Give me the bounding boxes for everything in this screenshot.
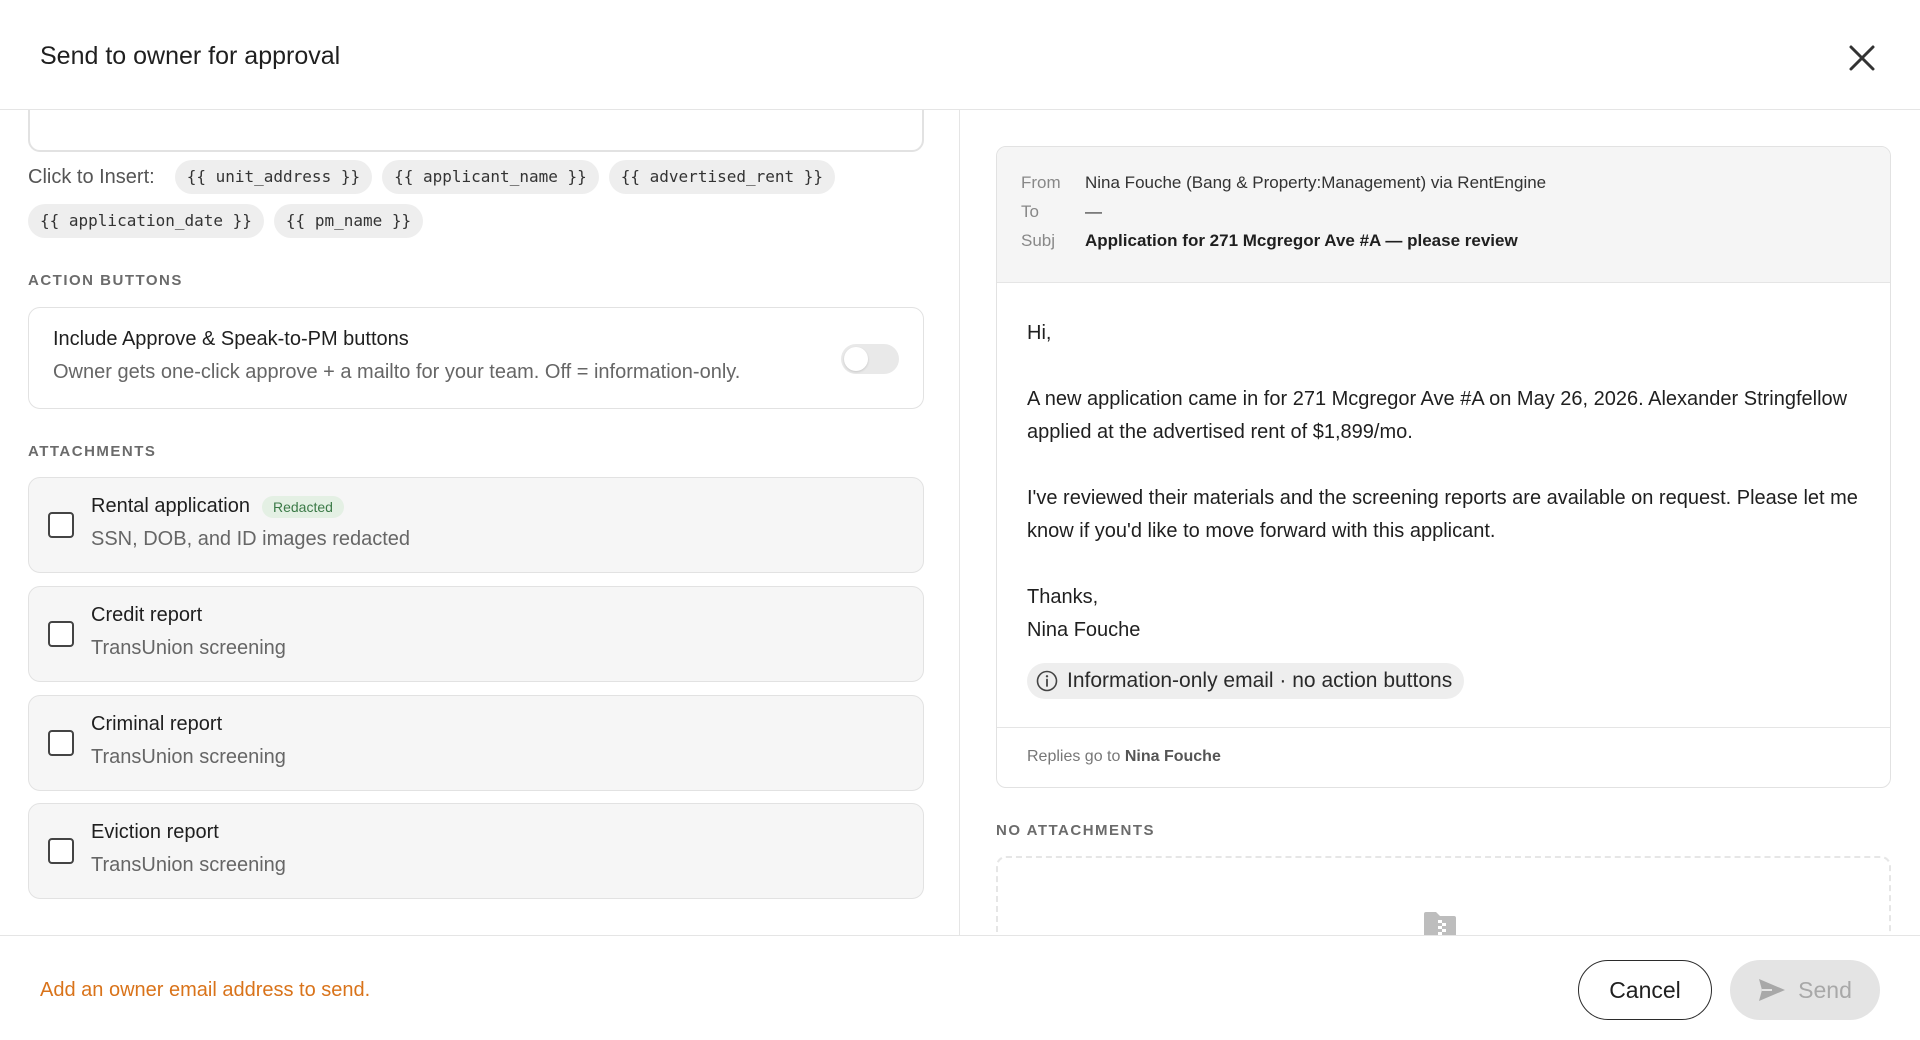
subj-label: Subj	[1021, 231, 1056, 250]
attachment-checkbox[interactable]	[48, 838, 74, 864]
attachment-title: Rental application	[91, 495, 250, 517]
email-body: Hi, A new application came in for 271 Mc…	[1027, 317, 1867, 647]
action-buttons-card: Include Approve & Speak-to-PM buttons Ow…	[28, 307, 924, 409]
send-button[interactable]: Send	[1730, 960, 1880, 1020]
dialog-title: Send to owner for approval	[40, 42, 341, 70]
insert-variables-row: Click to Insert: {{ unit_address }} {{ a…	[28, 160, 928, 238]
email-paragraph-2: I've reviewed their materials and the sc…	[1027, 487, 1858, 542]
insert-chip-unit-address[interactable]: {{ unit_address }}	[174, 160, 373, 194]
owner-email-warning: Add an owner email address to send.	[40, 979, 371, 1001]
insert-chip-applicant-name[interactable]: {{ applicant_name }}	[382, 160, 599, 194]
attachment-subtitle: TransUnion screening	[91, 637, 286, 659]
to-label: To	[1021, 202, 1039, 221]
dialog-footer: Add an owner email address to send. Canc…	[0, 935, 1920, 1040]
to-value: —	[1085, 202, 1102, 221]
toggle-knob	[844, 347, 868, 371]
info-icon	[1036, 670, 1058, 692]
attachment-item-eviction-report[interactable]: Eviction report TransUnion screening	[28, 803, 924, 899]
from-label: From	[1021, 173, 1061, 192]
attachments-section-label: ATTACHMENTS	[28, 443, 157, 460]
insert-label: Click to Insert:	[28, 166, 155, 188]
attachment-title: Eviction report	[91, 821, 219, 843]
attachment-item-criminal-report[interactable]: Criminal report TransUnion screening	[28, 695, 924, 791]
attachment-checkbox[interactable]	[48, 512, 74, 538]
email-signature: Nina Fouche	[1027, 619, 1141, 641]
email-header: From Nina Fouche (Bang & Property:Manage…	[997, 147, 1890, 283]
info-only-pill: Information-only email · no action butto…	[1027, 663, 1465, 699]
send-icon	[1759, 979, 1786, 1001]
close-button[interactable]	[1840, 36, 1884, 80]
insert-chip-application-date[interactable]: {{ application_date }}	[28, 204, 264, 238]
email-paragraph-1: A new application came in for 271 Mcgreg…	[1027, 388, 1848, 443]
close-icon	[1849, 45, 1875, 71]
attachment-title: Criminal report	[91, 713, 223, 735]
redacted-badge: Redacted	[262, 495, 344, 518]
email-from-row: From Nina Fouche (Bang & Property:Manage…	[1021, 173, 1546, 193]
email-subject-row: Subj Application for 271 Mcgregor Ave #A…	[1021, 231, 1518, 251]
email-greeting: Hi,	[1027, 322, 1052, 344]
from-value: Nina Fouche (Bang & Property:Management)…	[1085, 173, 1547, 192]
insert-chip-pm-name[interactable]: {{ pm_name }}	[273, 204, 424, 238]
attachment-subtitle: SSN, DOB, and ID images redacted	[91, 528, 411, 550]
attachments-drop-zone	[996, 856, 1891, 935]
settings-pane[interactable]: Click to Insert: {{ unit_address }} {{ a…	[0, 110, 960, 935]
attachment-item-credit-report[interactable]: Credit report TransUnion screening	[28, 586, 924, 682]
attachment-title-row: Rental application Redacted	[91, 495, 344, 518]
action-buttons-toggle[interactable]	[841, 344, 899, 374]
info-pill-text: Information-only email · no action butto…	[1067, 669, 1453, 692]
message-textarea[interactable]	[28, 110, 924, 152]
email-preview-card: From Nina Fouche (Bang & Property:Manage…	[996, 146, 1891, 788]
action-buttons-subtitle: Owner gets one-click approve + a mailto …	[53, 361, 741, 383]
action-buttons-section-label: ACTION BUTTONS	[28, 272, 183, 289]
no-attachments-label: NO ATTACHMENTS	[996, 822, 1156, 839]
subj-value: Application for 271 Mcgregor Ave #A — pl…	[1085, 231, 1518, 250]
attachment-checkbox[interactable]	[48, 730, 74, 756]
attachment-subtitle: TransUnion screening	[91, 746, 286, 768]
cancel-button[interactable]: Cancel	[1578, 960, 1712, 1020]
attachment-subtitle: TransUnion screening	[91, 854, 286, 876]
send-button-label: Send	[1798, 976, 1852, 1003]
insert-chip-advertised-rent[interactable]: {{ advertised_rent }}	[608, 160, 836, 194]
attachment-checkbox[interactable]	[48, 621, 74, 647]
zip-file-icon	[1424, 912, 1456, 935]
replies-to-text: Replies go to Nina Fouche	[1027, 748, 1221, 766]
email-footer: Replies go to Nina Fouche	[997, 727, 1890, 787]
email-signoff: Thanks,	[1027, 586, 1099, 608]
action-buttons-title: Include Approve & Speak-to-PM buttons	[53, 328, 409, 350]
attachment-title: Credit report	[91, 604, 203, 626]
email-preview-pane[interactable]: From Nina Fouche (Bang & Property:Manage…	[960, 110, 1920, 935]
attachment-item-rental-application[interactable]: Rental application Redacted SSN, DOB, an…	[28, 477, 924, 573]
replies-name: Nina Fouche	[1124, 748, 1221, 765]
replies-prefix: Replies go to	[1027, 748, 1121, 765]
email-to-row: To —	[1021, 202, 1102, 222]
dialog-header: Send to owner for approval	[0, 0, 1920, 110]
